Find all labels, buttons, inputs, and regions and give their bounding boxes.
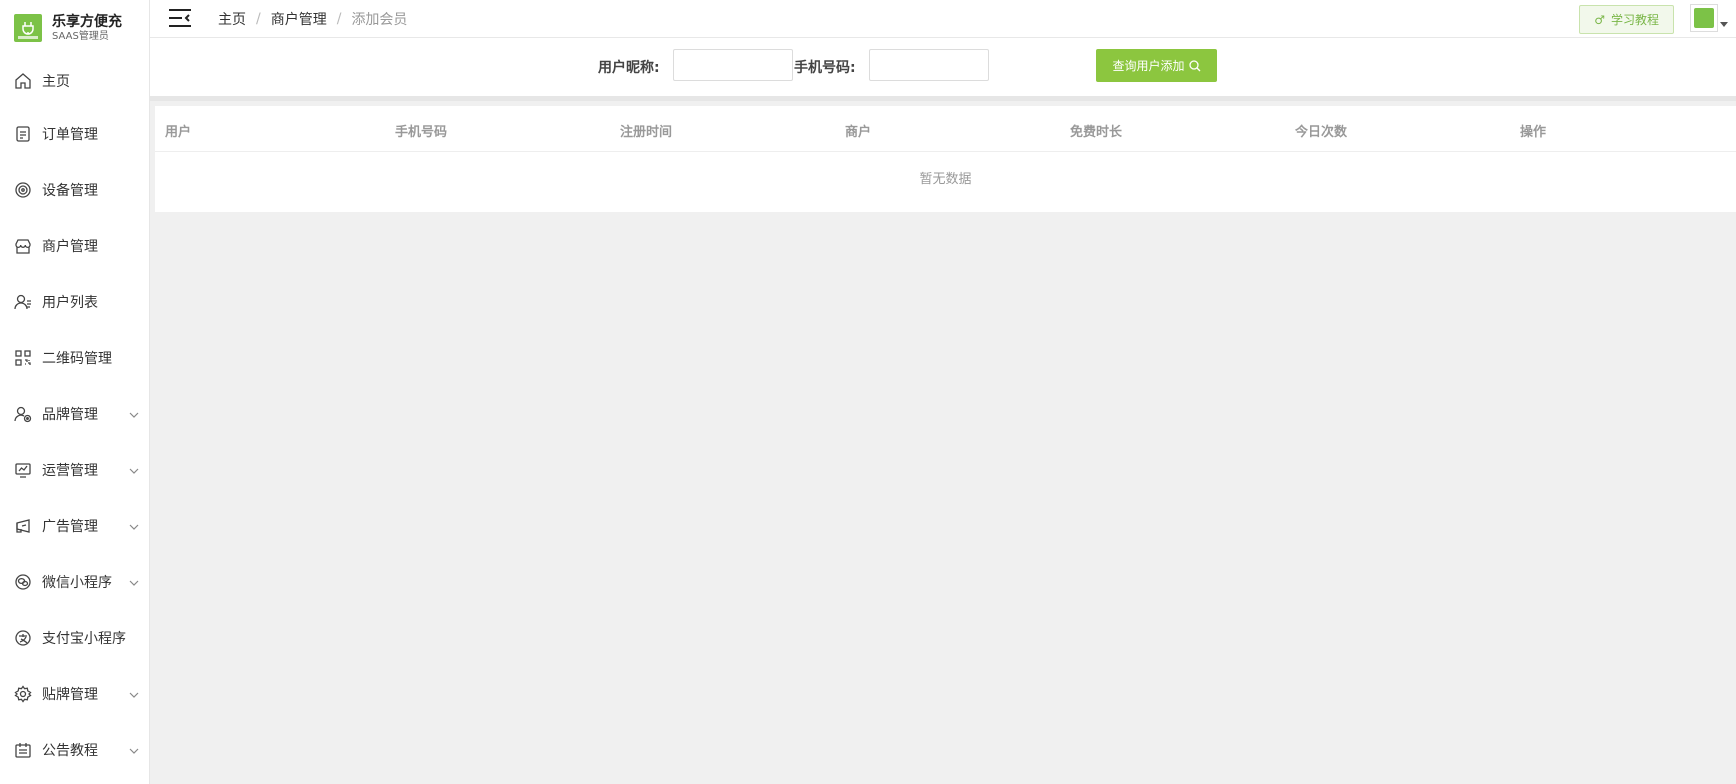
caret-down-icon[interactable] xyxy=(1720,22,1728,27)
sidebar-item-label: 商户管理 xyxy=(42,239,98,255)
brand-title: 乐享方便充 xyxy=(52,14,122,30)
sidebar-item-label: 二维码管理 xyxy=(42,351,112,367)
sidebar-item-label: 广告管理 xyxy=(42,519,98,535)
phone-input[interactable] xyxy=(869,49,989,81)
query-button-label: 查询用户添加 xyxy=(1112,59,1185,73)
sidebar-item-label: 订单管理 xyxy=(42,127,98,143)
breadcrumb-home[interactable]: 主页 xyxy=(218,9,246,29)
nickname-label: 用户昵称: xyxy=(598,60,660,76)
column-header-register-time: 注册时间 xyxy=(620,125,673,140)
operation-icon xyxy=(14,461,32,479)
notice-icon xyxy=(14,741,32,759)
empty-state: 暂无数据 xyxy=(919,172,972,187)
nickname-input[interactable] xyxy=(673,49,793,81)
column-header-user: 用户 xyxy=(165,125,192,140)
sidebar-nav: 主页 订单管理 设备管理 商户管理 用户列表 二维码管理 品牌管理 运营管理 广… xyxy=(0,56,149,778)
breadcrumb-merchants[interactable]: 商户管理 xyxy=(271,9,327,29)
home-icon xyxy=(14,72,32,90)
sidebar-item-label: 品牌管理 xyxy=(42,407,98,423)
sidebar-item-label: 公告教程 xyxy=(42,743,98,759)
column-header-actions: 操作 xyxy=(1520,125,1547,140)
member-table: 用户 手机号码 注册时间 商户 免费时长 今日次数 操作 暂无数据 xyxy=(155,106,1736,212)
device-icon xyxy=(14,181,32,199)
collapse-menu-icon[interactable] xyxy=(168,7,192,29)
column-header-today-count: 今日次数 xyxy=(1295,125,1348,140)
sidebar-item-label: 贴牌管理 xyxy=(42,687,98,703)
male-icon: ♂ xyxy=(1594,12,1605,27)
chevron-down-icon xyxy=(129,464,139,474)
sidebar-item-ads[interactable]: 广告管理 xyxy=(0,498,149,554)
chevron-down-icon xyxy=(129,576,139,586)
column-header-merchant: 商户 xyxy=(845,125,872,140)
column-header-phone: 手机号码 xyxy=(395,125,448,140)
qrcode-icon xyxy=(14,349,32,367)
sidebar-item-label: 用户列表 xyxy=(42,295,98,311)
brand-icon xyxy=(14,405,32,423)
query-add-user-button[interactable]: 查询用户添加 xyxy=(1096,49,1217,82)
sidebar-item-label: 支付宝小程序 xyxy=(42,631,126,647)
chevron-down-icon xyxy=(129,520,139,530)
breadcrumb: 主页 / 商户管理 / 添加会员 xyxy=(218,9,407,29)
sidebar-item-label: 主页 xyxy=(42,74,70,90)
alipay-icon xyxy=(14,629,32,647)
column-header-free-duration: 免费时长 xyxy=(1070,125,1123,140)
sidebar-item-label: 运营管理 xyxy=(42,463,98,479)
chevron-down-icon xyxy=(129,688,139,698)
sidebar-item-wechat[interactable]: 微信小程序 xyxy=(0,554,149,610)
breadcrumb-current: 添加会员 xyxy=(351,12,408,28)
sidebar-item-operations[interactable]: 运营管理 xyxy=(0,442,149,498)
breadcrumb-separator: / xyxy=(256,11,261,27)
sidebar-item-home[interactable]: 主页 xyxy=(0,56,149,106)
brand-logo xyxy=(14,14,42,42)
sidebar-item-label: 设备管理 xyxy=(42,183,98,199)
chevron-down-icon xyxy=(129,408,139,418)
sidebar-item-alipay[interactable]: 支付宝小程序 xyxy=(0,610,149,666)
user-list-icon xyxy=(14,293,32,311)
sidebar-item-label: 微信小程序 xyxy=(42,575,112,591)
top-bar: 主页 / 商户管理 / 添加会员 ♂ 学习教程 xyxy=(150,0,1736,38)
chevron-down-icon xyxy=(129,744,139,754)
tutorial-label: 学习教程 xyxy=(1610,13,1659,27)
sidebar-item-orders[interactable]: 订单管理 xyxy=(0,106,149,162)
order-icon xyxy=(14,125,32,143)
ad-icon xyxy=(14,517,32,535)
wechat-icon xyxy=(14,573,32,591)
sidebar-item-brand[interactable]: 品牌管理 xyxy=(0,386,149,442)
avatar[interactable] xyxy=(1690,4,1718,32)
table-header: 用户 手机号码 注册时间 商户 免费时长 今日次数 操作 xyxy=(155,106,1736,152)
sidebar-item-users[interactable]: 用户列表 xyxy=(0,274,149,330)
avatar-logo xyxy=(1694,8,1714,28)
breadcrumb-separator: / xyxy=(336,11,342,27)
sidebar-item-devices[interactable]: 设备管理 xyxy=(0,162,149,218)
brand[interactable]: 乐享方便充 SAAS管理员 xyxy=(0,0,149,56)
brand-subtitle: SAAS管理员 xyxy=(52,31,109,42)
sidebar: 乐享方便充 SAAS管理员 主页 订单管理 设备管理 商户管理 用户列表 二维码… xyxy=(0,0,150,784)
search-bar: 用户昵称: 手机号码: 查询用户添加 xyxy=(150,38,1736,101)
sidebar-item-merchants[interactable]: 商户管理 xyxy=(0,218,149,274)
sidebar-item-qrcode[interactable]: 二维码管理 xyxy=(0,330,149,386)
search-icon xyxy=(1188,59,1200,71)
tutorial-button[interactable]: ♂ 学习教程 xyxy=(1579,5,1674,34)
sidebar-item-oem[interactable]: 贴牌管理 xyxy=(0,666,149,722)
store-icon xyxy=(14,237,32,255)
sidebar-item-notice[interactable]: 公告教程 xyxy=(0,722,149,778)
settings-icon xyxy=(14,685,32,703)
phone-label: 手机号码: xyxy=(794,60,856,76)
